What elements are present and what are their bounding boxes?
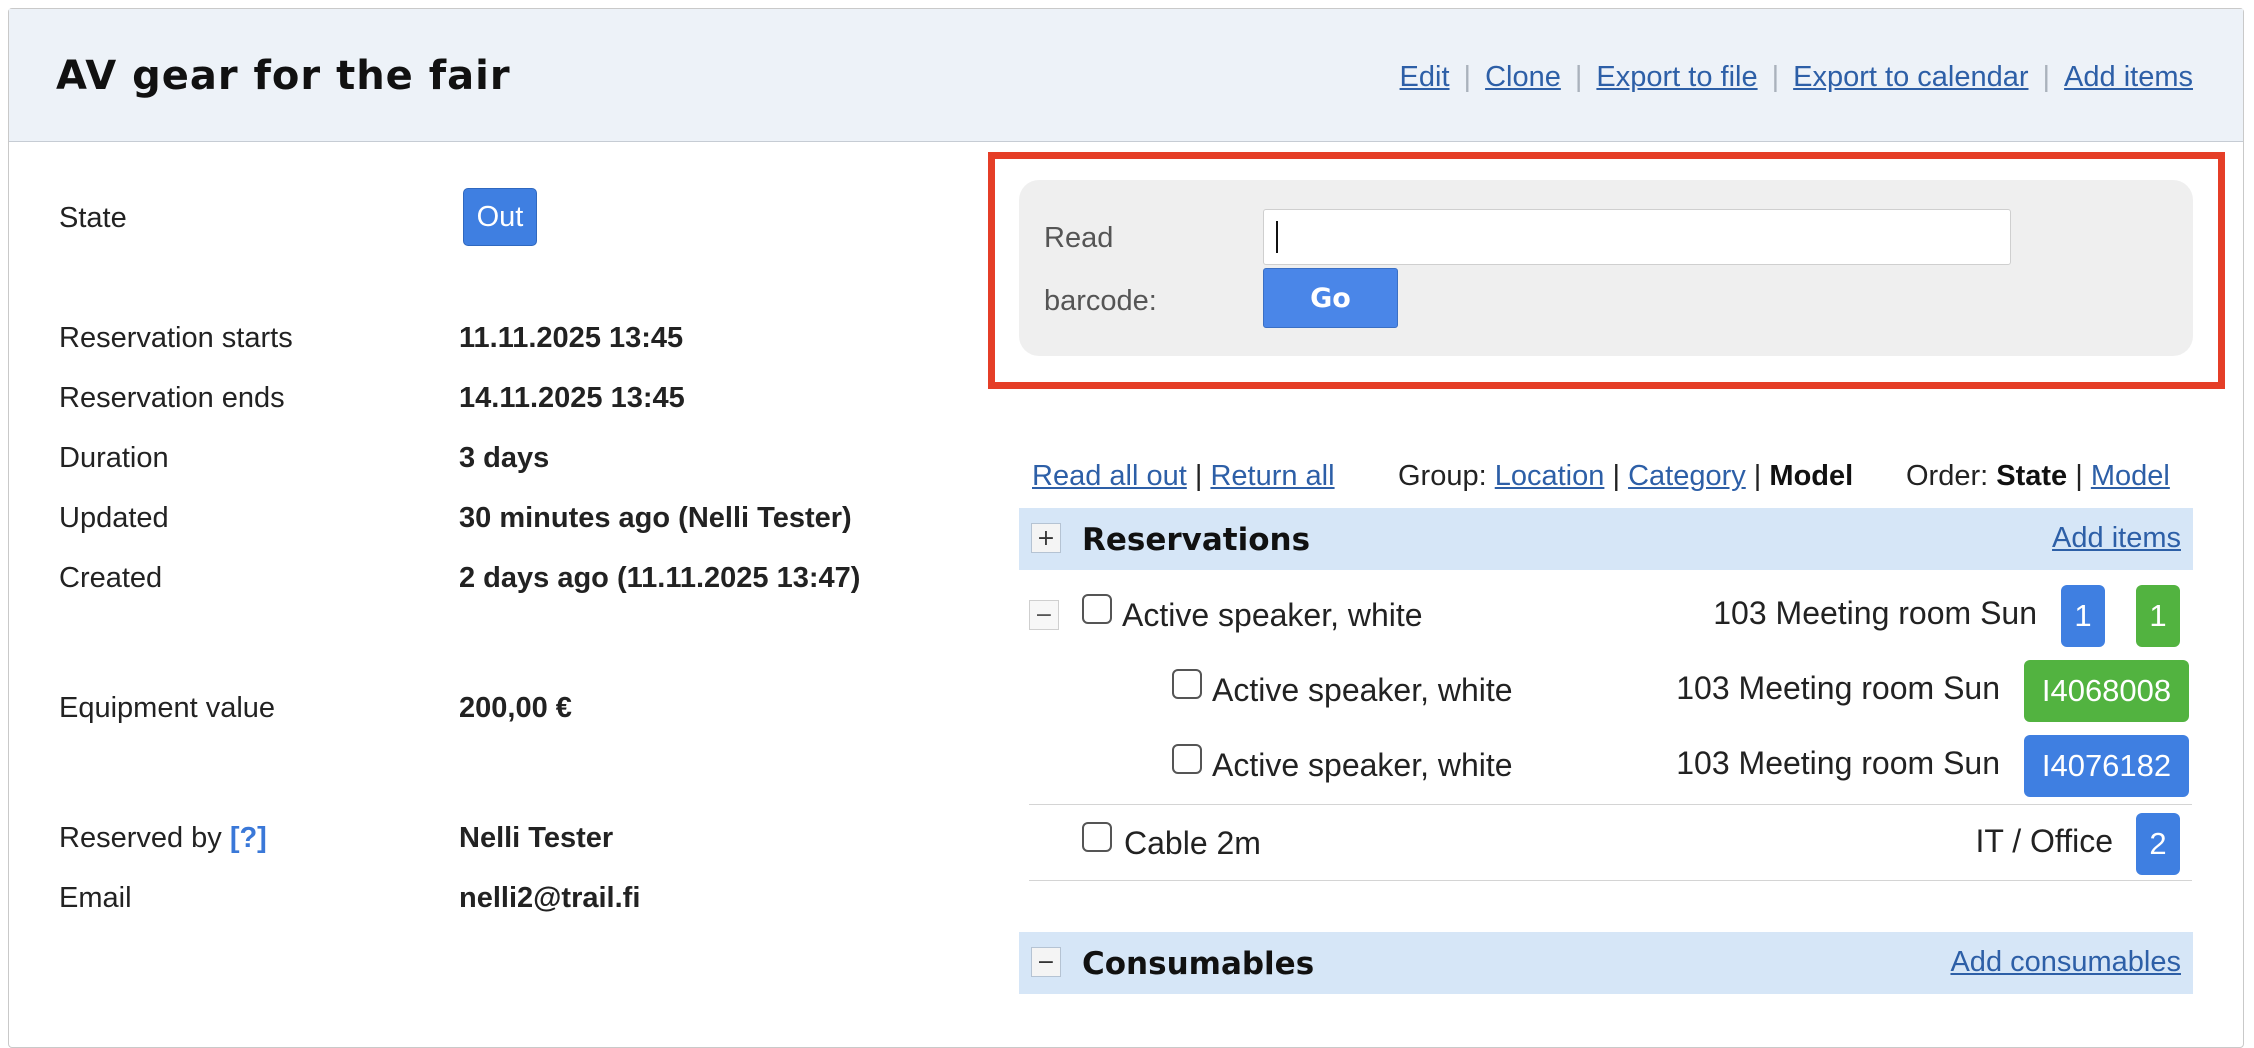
read-all-out-link[interactable]: Read all out <box>1032 460 1187 492</box>
created-label: Created <box>59 562 163 594</box>
reservation-ends-value: 14.11.2025 13:45 <box>459 382 685 414</box>
updated-value: 30 minutes ago (Nelli Tester) <box>459 502 852 534</box>
out-count-badge[interactable]: 1 <box>2136 585 2180 647</box>
separator: | <box>2042 61 2051 93</box>
row-divider <box>1029 880 2192 881</box>
reserved-by-label: Reserved by [?] <box>59 822 267 855</box>
state-badge[interactable]: Out <box>463 188 537 246</box>
unit-location: 103 Meeting room Sun <box>1676 670 2000 706</box>
email-value: nelli2@trail.fi <box>459 882 641 914</box>
reserved-by-help-link[interactable]: [?] <box>230 822 267 854</box>
unit-code-badge[interactable]: I4068008 <box>2024 660 2189 722</box>
separator: | <box>1753 460 1762 492</box>
export-to-file-link[interactable]: Export to file <box>1596 61 1757 94</box>
export-to-calendar-link[interactable]: Export to calendar <box>1793 61 2028 94</box>
consumables-group-header: − Consumables Add consumables <box>1019 932 2193 994</box>
page-title: AV gear for the fair <box>56 53 511 99</box>
group-model-selected: Model <box>1769 460 1854 492</box>
unit-name: Active speaker, white <box>1212 747 1513 783</box>
consumables-group-title: Consumables <box>1082 946 1315 982</box>
unit-checkbox[interactable] <box>1172 669 1202 699</box>
add-consumables-link[interactable]: Add consumables <box>1950 946 2181 979</box>
reserved-count-badge[interactable]: 1 <box>2061 585 2105 647</box>
order-label: Order: <box>1906 460 1989 492</box>
reservation-starts-label: Reservation starts <box>59 322 293 354</box>
reserved-by-value: Nelli Tester <box>459 822 614 854</box>
separator: | <box>1612 460 1620 492</box>
unit-code-badge[interactable]: I4076182 <box>2024 735 2189 797</box>
email-label: Email <box>59 882 132 914</box>
add-items-link[interactable]: Add items <box>2052 522 2181 555</box>
group-location-link[interactable]: Location <box>1495 460 1605 492</box>
order-state-selected: State <box>1996 460 2068 492</box>
barcode-input[interactable] <box>1263 209 2011 265</box>
item-location: IT / Office <box>1975 823 2113 859</box>
item-name: Active speaker, white <box>1122 597 1423 633</box>
created-value: 2 days ago (11.11.2025 13:47) <box>459 562 861 594</box>
item-checkbox[interactable] <box>1082 822 1112 852</box>
item-checkbox[interactable] <box>1082 594 1112 624</box>
go-button[interactable]: Go <box>1263 268 1398 328</box>
equipment-value: 200,00 € <box>459 692 572 724</box>
order-options: Order: State | Model <box>1906 460 2170 493</box>
duration-value: 3 days <box>459 442 550 474</box>
page-header: AV gear for the fair Edit | Clone | Expo… <box>9 9 2243 142</box>
collapse-toggle[interactable]: − <box>1031 947 1061 977</box>
reserved-count-badge[interactable]: 2 <box>2136 813 2180 875</box>
collapse-toggle[interactable]: − <box>1029 600 1059 630</box>
return-all-link[interactable]: Return all <box>1210 460 1334 492</box>
equipment-value-label: Equipment value <box>59 692 276 724</box>
reservations-group-title: Reservations <box>1082 522 1311 558</box>
edit-link[interactable]: Edit <box>1400 61 1450 94</box>
group-options: Group: Location | Category | Model <box>1398 460 1853 493</box>
separator: | <box>1574 61 1583 93</box>
group-category-link[interactable]: Category <box>1628 460 1746 492</box>
state-label: State <box>59 202 127 234</box>
duration-label: Duration <box>59 442 169 474</box>
unit-checkbox[interactable] <box>1172 744 1202 774</box>
reservations-group-header: + Reservations Add items <box>1019 508 2193 570</box>
bulk-actions: Read all out | Return all <box>1032 460 1335 493</box>
row-divider <box>1029 804 2192 805</box>
reservation-starts-value: 11.11.2025 13:45 <box>459 322 684 354</box>
clone-link[interactable]: Clone <box>1485 61 1561 94</box>
updated-label: Updated <box>59 502 169 534</box>
unit-location: 103 Meeting room Sun <box>1676 745 2000 781</box>
group-label: Group: <box>1398 460 1487 492</box>
separator: | <box>1771 61 1780 93</box>
order-model-link[interactable]: Model <box>2091 460 2170 492</box>
text-caret <box>1276 221 1278 253</box>
separator: | <box>2075 460 2083 492</box>
separator: | <box>1463 61 1472 93</box>
reserved-by-text: Reserved by <box>59 822 222 854</box>
item-location: 103 Meeting room Sun <box>1713 595 2037 631</box>
separator: | <box>1194 460 1203 492</box>
reservation-ends-label: Reservation ends <box>59 382 285 414</box>
header-actions: Edit | Clone | Export to file | Export t… <box>1400 61 2193 94</box>
barcode-panel <box>1019 180 2193 356</box>
barcode-label-line1: Read <box>1044 222 1114 254</box>
expand-toggle[interactable]: + <box>1031 523 1061 553</box>
barcode-label-line2: barcode: <box>1044 285 1157 317</box>
unit-name: Active speaker, white <box>1212 672 1513 708</box>
add-items-header-link[interactable]: Add items <box>2064 61 2193 94</box>
item-name: Cable 2m <box>1124 825 1261 861</box>
